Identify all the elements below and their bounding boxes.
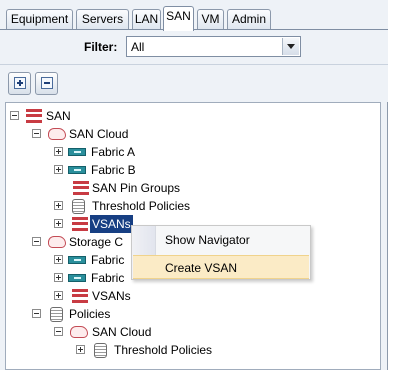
filter-value: All	[131, 40, 145, 54]
plus-square-icon	[14, 77, 26, 89]
collapse-node-icon[interactable]	[32, 309, 41, 318]
fabric-icon	[68, 256, 86, 264]
collapse-node-icon[interactable]	[32, 237, 41, 246]
expand-node-icon[interactable]	[54, 219, 63, 228]
policy-icon	[72, 199, 85, 214]
tree-node-label: SAN Pin Groups	[92, 181, 181, 195]
expand-node-icon[interactable]	[54, 255, 63, 264]
tab-vm[interactable]: VM	[197, 9, 224, 29]
filter-row: Filter: All	[0, 30, 388, 64]
pin-group-icon	[73, 181, 89, 195]
tab-lan[interactable]: LAN	[132, 9, 161, 29]
context-menu: Show Navigator Create VSAN	[131, 225, 311, 280]
fabric-icon	[68, 166, 86, 174]
menu-item-show-navigator[interactable]: Show Navigator	[133, 228, 309, 252]
filter-select[interactable]: All	[126, 36, 301, 57]
tree-node-label: Fabric B	[91, 163, 136, 177]
fabric-icon	[68, 148, 86, 156]
tree-toolbar	[0, 64, 388, 102]
expand-node-icon[interactable]	[54, 291, 63, 300]
tab-bar: Equipment Servers LAN SAN VM Admin	[0, 0, 388, 31]
navigation-panel: Equipment Servers LAN SAN VM Admin Filte…	[0, 0, 388, 370]
policy-icon	[94, 343, 107, 358]
tree-node-label: VSANs	[90, 215, 133, 233]
tree-node-label: SAN	[46, 109, 71, 123]
minus-square-icon	[41, 77, 53, 89]
san-list-icon	[26, 109, 42, 123]
chevron-down-icon[interactable]	[282, 38, 299, 55]
expand-node-icon[interactable]	[76, 345, 85, 354]
tree-node-label: Threshold Policies	[92, 199, 191, 213]
tree-node-label: SAN Cloud	[92, 325, 152, 339]
tab-equipment[interactable]: Equipment	[6, 9, 73, 29]
expand-node-icon[interactable]	[54, 165, 63, 174]
tab-admin[interactable]: Admin	[227, 9, 271, 29]
tree-node-label: Threshold Policies	[114, 343, 213, 357]
cloud-icon	[70, 326, 88, 338]
expand-all-button[interactable]	[8, 72, 31, 95]
expand-node-icon[interactable]	[54, 273, 63, 282]
filter-label: Filter:	[84, 40, 118, 54]
tree-node-label: Storage C	[69, 235, 124, 249]
tree-node-label: Policies	[69, 307, 111, 321]
collapse-node-icon[interactable]	[54, 327, 63, 336]
vsan-icon	[72, 217, 88, 231]
tree-node-label: VSANs	[92, 289, 131, 303]
vsan-icon	[72, 289, 88, 303]
tab-san[interactable]: SAN	[163, 6, 194, 31]
cloud-icon	[48, 236, 66, 248]
tree-node-label: Fabric A	[91, 145, 136, 159]
tree-node-label: Fabric	[91, 253, 125, 267]
tree-node-label: Fabric	[91, 271, 125, 285]
collapse-node-icon[interactable]	[32, 129, 41, 138]
collapse-all-button[interactable]	[35, 72, 58, 95]
cloud-icon	[48, 128, 66, 140]
expand-node-icon[interactable]	[54, 201, 63, 210]
policy-icon	[50, 307, 63, 322]
collapse-node-icon[interactable]	[10, 111, 19, 120]
tree-node-label: SAN Cloud	[69, 127, 129, 141]
fabric-icon	[68, 274, 86, 282]
menu-item-create-vsan[interactable]: Create VSAN	[133, 255, 309, 279]
expand-node-icon[interactable]	[54, 147, 63, 156]
tab-servers[interactable]: Servers	[76, 9, 129, 29]
